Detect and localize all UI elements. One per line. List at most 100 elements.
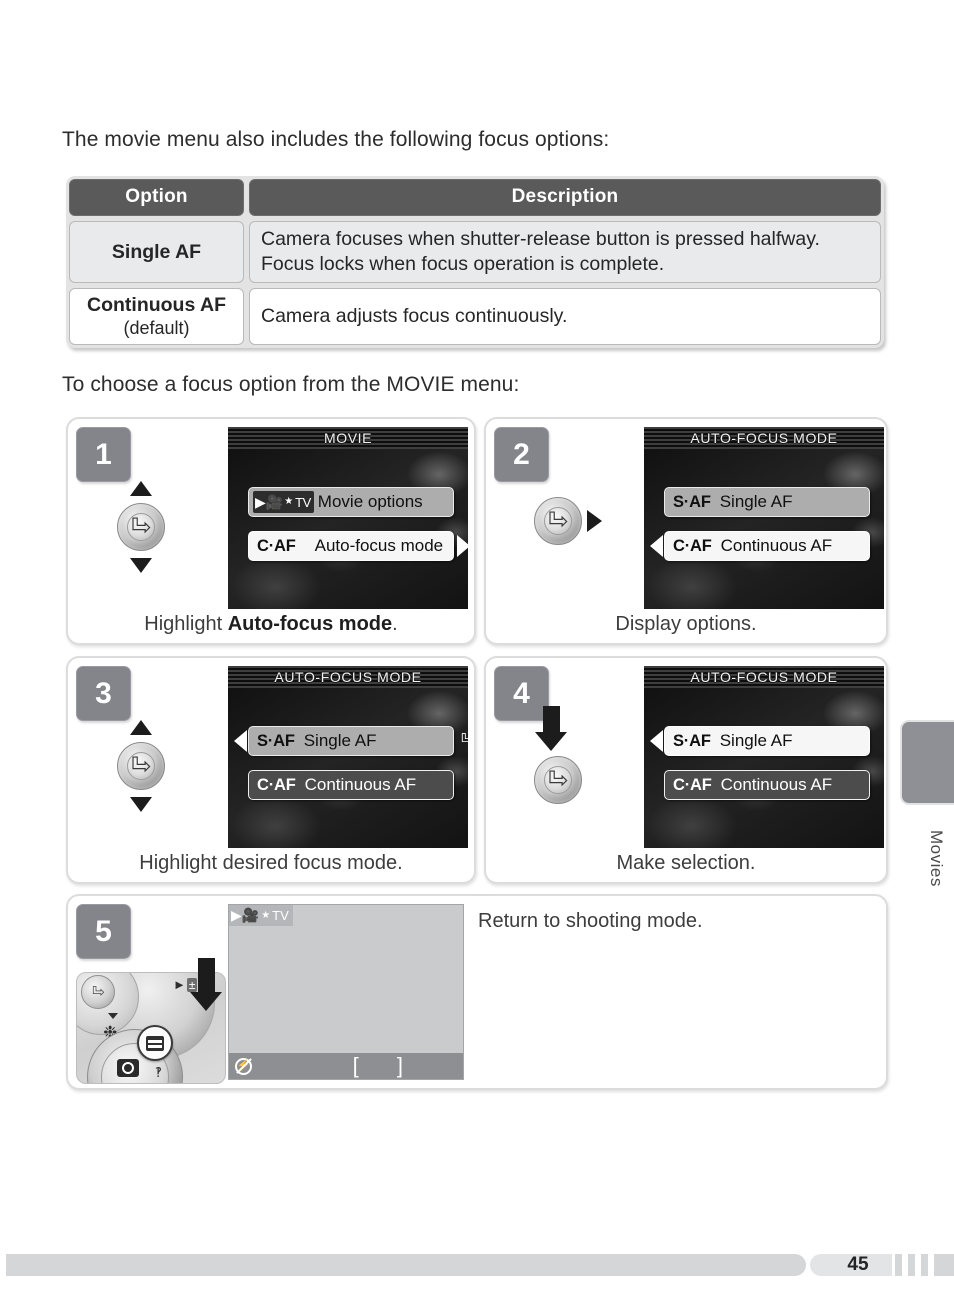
option-name-continuous-af: Continuous AF (default) <box>69 288 244 345</box>
multi-selector-icon: ⏎ <box>117 742 165 790</box>
lcd-title-text: MOVIE <box>323 430 373 446</box>
focus-brackets-icon: [ ] <box>352 1053 419 1078</box>
chapter-label: Movies <box>927 830 946 887</box>
arrow-down-icon <box>130 558 152 573</box>
table-header-row: Option Description <box>69 179 881 216</box>
camera-lcd-screen-1: MOVIE ▶🎥 ★ TV Movie options C·AF Auto-fo… <box>228 427 468 609</box>
step-number-badge: 5 <box>76 904 131 959</box>
multi-selector-up-down: ⏎ <box>86 481 196 573</box>
menu-item-auto-focus-mode[interactable]: C·AF Auto-focus mode <box>248 531 468 561</box>
multi-selector-icon: ⏎ <box>534 756 582 804</box>
option-description-continuous-af: Camera adjusts focus continuously. <box>249 288 881 345</box>
camera-lcd-screen-5: ▶🎥 ★ TV ⚡ [ ] <box>228 904 464 1080</box>
flash-off-icon: ⚡ <box>235 1057 252 1075</box>
step-caption-2: Display options. <box>615 613 757 635</box>
tickmark <box>895 1254 902 1276</box>
enter-glyph: ⏎ <box>130 513 152 541</box>
menu-item-tag: S·AF <box>673 492 711 511</box>
menu-item-single-af[interactable]: S·AF Single AF <box>650 726 870 756</box>
option-description-single-af: Camera focuses when shutter-release butt… <box>249 221 881 283</box>
table-row: Continuous AF (default) Camera adjusts f… <box>69 288 881 345</box>
menu-item-continuous-af[interactable]: C·AF Continuous AF <box>650 531 870 561</box>
step-panel-5: 5 ⏎ ► ± ❉ ‽ ▶🎥 ★ TV ⚡ [] Return to shoo… <box>66 894 888 1090</box>
menu-button[interactable] <box>137 1025 173 1061</box>
lcd-title-bar: AUTO-FOCUS MODE <box>228 666 468 688</box>
menu-icon <box>146 1035 164 1051</box>
lcd-title-bar: MOVIE <box>228 427 468 449</box>
arrow-up-icon <box>130 481 152 496</box>
enter-glyph: ⏎ <box>547 766 569 794</box>
enter-confirm-icon: ⏎ <box>461 731 468 751</box>
step-caption-5: Return to shooting mode. <box>478 910 703 932</box>
focus-options-table: Option Description Single AF Camera focu… <box>66 176 884 348</box>
tv-label: TV <box>295 494 311 510</box>
step-panel-2: 2 ⏎ AUTO-FOCUS MODE S·AF Single AF C·AF <box>484 417 888 645</box>
step-number-badge: 1 <box>76 427 131 482</box>
selection-caret-icon <box>650 730 663 752</box>
menu-item-tag: S·AF <box>673 731 711 750</box>
camera-mode-icon <box>117 1059 139 1077</box>
lcd-title-text: AUTO-FOCUS MODE <box>274 669 422 685</box>
menu-item-movie-options[interactable]: ▶🎥 ★ TV Movie options <box>248 487 454 517</box>
column-header-option: Option <box>69 179 244 216</box>
press-down-arrow-icon <box>535 706 567 751</box>
page-number-container: 45 <box>810 1254 892 1276</box>
chapter-tickmarks <box>895 1254 954 1276</box>
multi-selector-press: ⏎ <box>522 756 594 804</box>
selection-caret-icon <box>234 730 247 752</box>
tickmark <box>921 1254 928 1276</box>
selection-caret-icon <box>650 535 663 557</box>
menu-item-label: Single AF <box>719 731 793 750</box>
menu-item-tag: C·AF <box>257 775 296 794</box>
menu-item-continuous-af[interactable]: C·AF Continuous AF <box>248 770 454 800</box>
exposure-comp-icon: ► ± <box>173 977 198 992</box>
caption-suffix: . <box>392 613 398 635</box>
camcorder-icon: ▶🎥 <box>255 494 284 510</box>
menu-item-label: Continuous AF <box>304 775 417 794</box>
camcorder-icon: ▶🎥 <box>231 907 260 923</box>
step-caption-4: Make selection. <box>616 852 756 874</box>
option-label: Continuous AF <box>87 293 226 316</box>
tickmark-wide <box>934 1254 954 1276</box>
lcd-status-bar: ⚡ [ ] <box>229 1053 463 1079</box>
step-caption-1: Highlight Auto-focus mode. <box>68 613 474 636</box>
option-name-single-af: Single AF <box>69 221 244 283</box>
menu-item-label: Continuous AF <box>720 536 833 555</box>
multi-selector-icon: ⏎ <box>534 497 582 545</box>
menu-item-tag: S·AF <box>257 731 295 750</box>
page-number: 45 <box>847 1254 869 1275</box>
menu-item-single-af[interactable]: S·AF Single AF ⏎ <box>234 726 468 756</box>
menu-item-single-af[interactable]: S·AF Single AF <box>664 487 870 517</box>
lcd-title-text: AUTO-FOCUS MODE <box>690 669 838 685</box>
enter-glyph: ⏎ <box>130 752 152 780</box>
intro-paragraph: The movie menu also includes the followi… <box>62 128 610 151</box>
menu-item-continuous-af[interactable]: C·AF Continuous AF <box>664 770 870 800</box>
option-default-note: (default) <box>123 318 190 339</box>
lcd-menu-list: ▶🎥 ★ TV Movie options C·AF Auto-focus mo… <box>228 457 468 561</box>
arrow-shaft <box>542 706 560 732</box>
table-row: Single AF Camera focuses when shutter-re… <box>69 221 881 283</box>
movie-mode-icon: ▶🎥 ★ TV <box>253 491 314 513</box>
caption-emphasis: Auto-focus mode <box>227 613 393 635</box>
camera-lcd-screen-3: AUTO-FOCUS MODE S·AF Single AF ⏎ C·AF Co… <box>228 666 468 848</box>
multi-selector-icon: ⏎ <box>117 503 165 551</box>
multi-selector-photo-icon: ⏎ <box>81 975 115 1009</box>
caption-prefix: Highlight <box>144 613 228 635</box>
manual-page: The movie menu also includes the followi… <box>0 0 954 1314</box>
chevron-right-icon <box>457 535 468 557</box>
menu-item-label: Auto-focus mode <box>314 536 444 555</box>
camera-lcd-screen-2: AUTO-FOCUS MODE S·AF Single AF C·AF Cont… <box>644 427 884 609</box>
scene-mode-icon: ‽ <box>155 1066 162 1081</box>
movie-mode-indicator: ▶🎥 ★ TV <box>229 905 293 926</box>
step-number-badge: 3 <box>76 666 131 721</box>
footer-bar <box>6 1254 806 1276</box>
arrow-up-icon <box>130 720 152 735</box>
tickmark <box>908 1254 915 1276</box>
lcd-menu-list: S·AF Single AF ⏎ C·AF Continuous AF <box>228 696 468 800</box>
lcd-menu-list: S·AF Single AF C·AF Continuous AF <box>644 457 884 561</box>
arrow-right-icon <box>587 510 602 532</box>
down-marker-icon <box>108 1013 118 1019</box>
step-number-badge: 2 <box>494 427 549 482</box>
step-panel-3: 3 ⏎ AUTO-FOCUS MODE S·AF Single AF ⏎ <box>66 656 476 884</box>
star-icon: ★ <box>261 910 271 921</box>
